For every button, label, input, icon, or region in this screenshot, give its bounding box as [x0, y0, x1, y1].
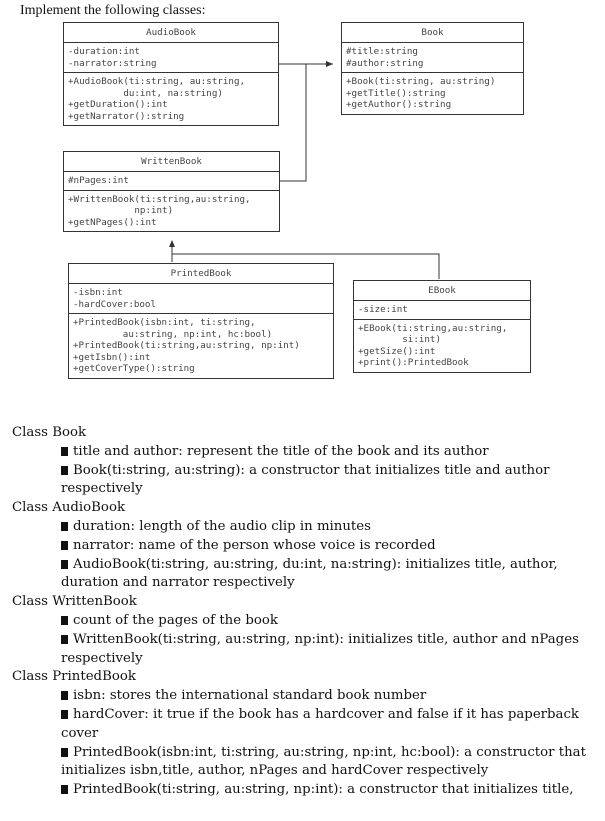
section-title: Class PrintedBook [12, 669, 136, 685]
bullet-icon [61, 691, 68, 701]
section-book: Class Book title and author: represent t… [12, 424, 597, 499]
item-text: title and author: represent the title of… [73, 443, 489, 459]
item-text: count of the pages of the book [73, 612, 278, 628]
method: +getSize():int [358, 345, 436, 357]
class-writtenbook: WrittenBook #nPages:int +WrittenBook(ti:… [63, 151, 280, 232]
list-item: AudioBook(ti:string, au:string, du:int, … [61, 556, 597, 575]
list-item: isbn: stores the international standard … [61, 687, 597, 706]
list-item: PrintedBook(ti:string, au:string, np:int… [61, 781, 597, 800]
method: +AudioBook(ti:string, au:string, [68, 76, 246, 87]
list-item: Book(ti:string, au:string): a constructo… [61, 462, 597, 481]
attribute: -narrator:string [68, 57, 157, 69]
item-text: PrintedBook(ti:string, au:string, np:int… [73, 782, 574, 798]
section-title: Class AudioBook [12, 500, 126, 516]
class-printedbook: PrintedBook -isbn:int -hardCover:bool +Pr… [68, 263, 334, 379]
section-writtenbook: Class WrittenBook count of the pages of … [12, 593, 597, 668]
method: +print():PrintedBook [358, 357, 469, 368]
section-printedbook: Class PrintedBook isbn: stores the inter… [12, 668, 597, 800]
method: +PrintedBook(isbn:int, ti:string, [73, 317, 256, 328]
attribute: -hardCover:bool [73, 298, 156, 310]
method: +WrittenBook(ti:string,au:string, [68, 193, 251, 205]
attribute: -size:int [358, 304, 408, 315]
attributes: -isbn:int -hardCover:bool [69, 284, 333, 314]
class-audiobook: AudioBook -duration:int -narrator:string … [63, 22, 279, 126]
list-item: WrittenBook(ti:string, au:string, np:int… [61, 631, 597, 650]
method: si:int) [358, 334, 441, 345]
methods: +WrittenBook(ti:string,au:string, np:int… [64, 191, 279, 232]
connector-writtenbook-book [279, 64, 307, 182]
bullet-icon [61, 785, 68, 795]
class-descriptions: Class Book title and author: represent t… [12, 424, 597, 800]
class-name: Book [342, 23, 523, 43]
list-item: PrintedBook(isbn:int, ti:string, au:stri… [61, 744, 597, 763]
method: +getCoverType():string [73, 363, 195, 374]
list-item: count of the pages of the book [61, 612, 597, 631]
attribute: #title:string [346, 46, 418, 57]
bullet-icon [61, 446, 68, 456]
method: +getTitle():string [346, 87, 446, 99]
bullet-icon [61, 709, 68, 719]
item-text: duration: length of the audio clip in mi… [73, 518, 371, 534]
class-ebook: EBook -size:int +EBook(ti:string,au:stri… [353, 280, 531, 373]
bullet-icon [61, 747, 68, 757]
methods: +PrintedBook(isbn:int, ti:string, au:str… [69, 314, 333, 378]
method: au:string, np:int, hc:bool) [73, 328, 273, 340]
item-text: isbn: stores the international standard … [73, 688, 427, 704]
item-continuation: initializes isbn,title, author, nPages a… [61, 763, 489, 779]
section-title: Class Book [12, 425, 87, 440]
class-name: AudioBook [64, 23, 278, 43]
arrowhead-book [326, 61, 333, 67]
method: +PrintedBook(ti:string,au:string, np:int… [73, 340, 300, 351]
list-item: narrator: name of the person whose voice… [61, 537, 597, 556]
class-book: Book #title:string #author:string +Book(t… [341, 22, 524, 115]
item-continuation: respectively [61, 650, 143, 666]
methods: +EBook(ti:string,au:string, si:int) +getS… [354, 320, 530, 372]
bullet-icon [61, 465, 68, 475]
bullet-icon [61, 521, 68, 531]
method: +getNPages():int [68, 216, 157, 228]
attributes: #nPages:int [64, 172, 279, 191]
attribute: #author:string [346, 57, 424, 69]
item-continuation: respectively [61, 481, 143, 497]
class-name: PrintedBook [69, 264, 333, 284]
bullet-icon [61, 615, 68, 625]
list-item: hardCover: it true if the book has a har… [61, 706, 597, 725]
attributes: #title:string #author:string [342, 43, 523, 73]
attribute: #nPages:int [68, 175, 129, 186]
class-name: EBook [354, 281, 530, 301]
attributes: -duration:int -narrator:string [64, 43, 278, 73]
item-text: PrintedBook(isbn:int, ti:string, au:stri… [73, 744, 586, 760]
method: +getIsbn():int [73, 351, 151, 363]
list-item: duration: length of the audio clip in mi… [61, 518, 597, 537]
method: +getAuthor():string [346, 99, 452, 110]
method: np:int) [68, 205, 174, 216]
methods: +AudioBook(ti:string, au:string, du:int,… [64, 73, 278, 125]
bullet-icon [61, 540, 68, 550]
item-continuation: cover [61, 725, 99, 741]
method: +getNarrator():string [68, 110, 185, 122]
bullet-icon [61, 559, 68, 569]
item-text: narrator: name of the person whose voice… [73, 537, 436, 553]
item-text: AudioBook(ti:string, au:string, du:int, … [73, 556, 558, 572]
method: +Book(ti:string, au:string) [346, 76, 496, 87]
method: +getDuration():int [68, 99, 168, 110]
method: du:int, na:string) [68, 87, 223, 99]
item-continuation: duration and narrator respectively [61, 575, 295, 591]
item-text: WrittenBook(ti:string, au:string, np:int… [73, 631, 579, 647]
list-item: title and author: represent the title of… [61, 443, 597, 462]
class-name: WrittenBook [64, 152, 279, 172]
methods: +Book(ti:string, au:string) +getTitle():s… [342, 73, 523, 114]
section-title: Class WrittenBook [12, 594, 137, 610]
attributes: -size:int [354, 301, 530, 320]
arrowhead-writtenbook [169, 240, 175, 247]
bullet-icon [61, 634, 68, 644]
attribute: -isbn:int [73, 287, 123, 298]
item-text: Book(ti:string, au:string): a constructo… [73, 462, 550, 478]
item-text: hardCover: it true if the book has a har… [73, 706, 579, 722]
section-audiobook: Class AudioBook duration: length of the … [12, 499, 597, 593]
attribute: -duration:int [68, 46, 140, 57]
method: +EBook(ti:string,au:string, [358, 322, 508, 334]
